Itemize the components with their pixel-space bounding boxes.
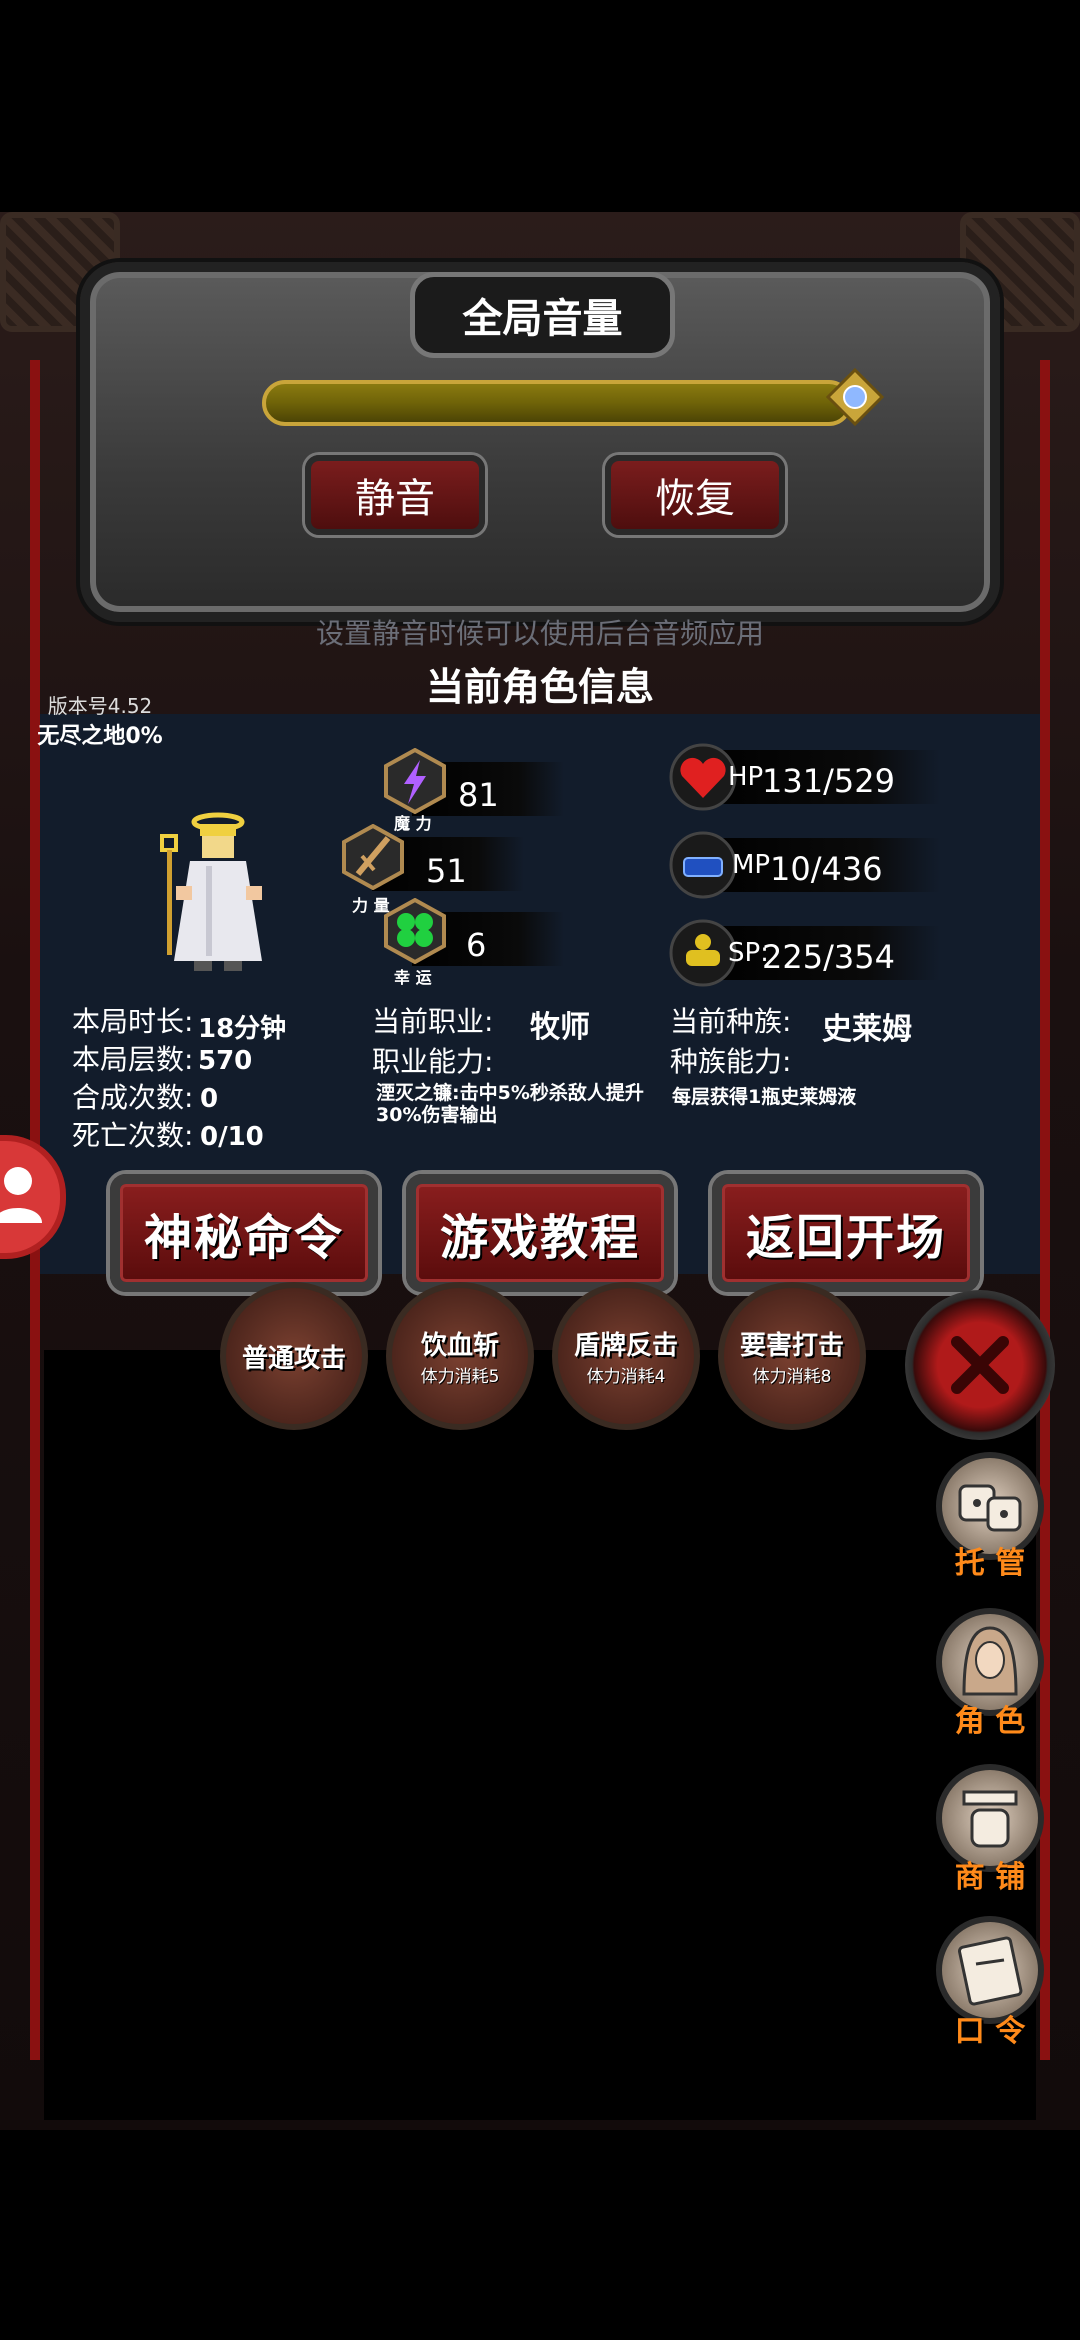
lightning-icon bbox=[384, 748, 446, 814]
close-icon bbox=[951, 1336, 1009, 1394]
skill-name: 饮血斩 bbox=[420, 1331, 499, 1361]
skill-cost: 体力消耗5 bbox=[420, 1367, 500, 1387]
hp-value: 131/529 bbox=[762, 762, 895, 800]
scroll-icon bbox=[957, 1936, 1023, 2006]
skill-vital-strike[interactable]: 要害打击 体力消耗8 bbox=[718, 1282, 866, 1430]
endless-progress-text: 无尽之地0% bbox=[37, 724, 163, 749]
restore-button[interactable]: 恢复 bbox=[605, 455, 785, 535]
deaths-value: 0/10 bbox=[200, 1122, 264, 1152]
skill-blood-slash[interactable]: 饮血斩 体力消耗5 bbox=[386, 1282, 534, 1430]
magic-value: 81 bbox=[458, 776, 499, 814]
hp-label: HP bbox=[728, 762, 764, 792]
auto-play-label: 托 管 bbox=[954, 1546, 1026, 1581]
job-ability-label: 职业能力: bbox=[372, 1045, 494, 1078]
duration-label: 本局时长: bbox=[72, 1005, 194, 1038]
deaths-label: 死亡次数: bbox=[72, 1119, 194, 1152]
synth-value: 0 bbox=[200, 1084, 219, 1114]
race-ability-label: 种族能力: bbox=[670, 1045, 792, 1078]
skill-name: 要害打击 bbox=[739, 1331, 844, 1361]
floors-label: 本局层数: bbox=[72, 1043, 194, 1076]
game-tutorial-button[interactable]: 游戏教程 bbox=[406, 1174, 674, 1292]
skill-name: 盾牌反击 bbox=[573, 1331, 678, 1361]
volume-slider-knob[interactable] bbox=[826, 368, 884, 426]
back-to-opening-button[interactable]: 返回开场 bbox=[712, 1174, 980, 1292]
race-ability-text: 每层获得1瓶史莱姆液 bbox=[672, 1086, 857, 1108]
secret-command-button[interactable]: 神秘命令 bbox=[110, 1174, 378, 1292]
mute-hint-text: 设置静音时候可以使用后台音频应用 bbox=[315, 617, 764, 650]
skill-cost: 体力消耗4 bbox=[586, 1367, 666, 1387]
battle-area bbox=[44, 1350, 1036, 2120]
mp-label: MP bbox=[732, 850, 771, 880]
volume-slider[interactable] bbox=[262, 380, 852, 426]
sword-icon bbox=[342, 824, 404, 890]
luck-value: 6 bbox=[466, 926, 487, 964]
job-value: 牧师 bbox=[530, 1010, 590, 1045]
volume-title: 全局音量 bbox=[410, 272, 675, 358]
shop-label: 商 铺 bbox=[954, 1860, 1026, 1895]
clover-icon bbox=[384, 898, 446, 964]
mp-icon bbox=[669, 831, 737, 899]
sp-value: 225/354 bbox=[762, 938, 895, 976]
floors-value: 570 bbox=[198, 1046, 253, 1076]
character-sprite bbox=[160, 812, 262, 971]
job-label: 当前职业: bbox=[372, 1005, 494, 1038]
race-value: 史莱姆 bbox=[822, 1012, 912, 1047]
strength-value: 51 bbox=[426, 852, 467, 890]
synth-label: 合成次数: bbox=[72, 1081, 194, 1114]
role-label: 角 色 bbox=[954, 1704, 1026, 1739]
skill-shield-counter[interactable]: 盾牌反击 体力消耗4 bbox=[552, 1282, 700, 1430]
mp-value: 10/436 bbox=[770, 850, 883, 888]
skill-normal-attack[interactable]: 普通攻击 bbox=[220, 1282, 368, 1430]
duration-value: 18分钟 bbox=[198, 1014, 287, 1044]
user-icon bbox=[0, 1167, 42, 1223]
race-label: 当前种族: bbox=[670, 1005, 792, 1038]
skill-name: 普通攻击 bbox=[241, 1343, 346, 1374]
job-ability-text: 湮灭之镰:击中5%秒杀敌人提升30%伤害输出 bbox=[376, 1082, 644, 1126]
luck-label: 幸 运 bbox=[394, 968, 432, 987]
skill-cost: 体力消耗8 bbox=[752, 1367, 832, 1387]
version-text: 版本号4.52 bbox=[47, 694, 153, 718]
mute-button[interactable]: 静音 bbox=[305, 455, 485, 535]
code-label: 口 令 bbox=[954, 2014, 1026, 2049]
close-button[interactable] bbox=[905, 1290, 1055, 1440]
floating-user-button[interactable] bbox=[0, 1135, 66, 1259]
